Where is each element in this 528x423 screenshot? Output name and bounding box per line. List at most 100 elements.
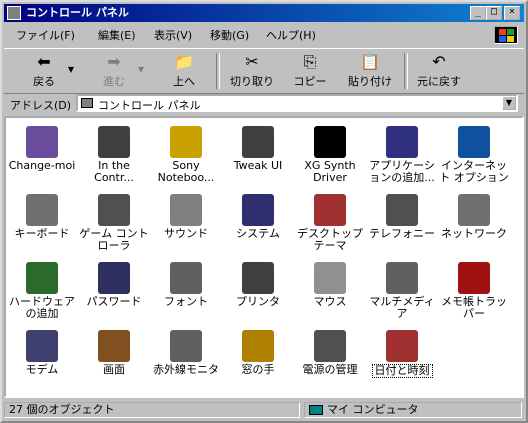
status-location-label: マイ コンピュータ	[327, 403, 419, 416]
control-panel-item-label: アプリケーションの追加...	[369, 159, 435, 184]
menu-go[interactable]: 移動(G)	[206, 28, 253, 44]
copy-label: コピー	[293, 75, 327, 88]
control-panel-item[interactable]: パスワード	[78, 258, 150, 322]
internet-options-icon	[458, 126, 490, 158]
up-folder-icon: 📁	[174, 52, 194, 71]
control-panel-item[interactable]: XG Synth Driver	[294, 122, 366, 186]
control-panel-item[interactable]: Change-moi	[6, 122, 78, 186]
forward-dropdown-icon[interactable]: ▼	[138, 65, 144, 74]
control-panel-item-label: マウス	[313, 295, 347, 308]
control-panel-item[interactable]: ゲーム コントローラ	[78, 190, 150, 254]
xg-synth-icon	[314, 126, 346, 158]
back-dropdown-icon[interactable]: ▼	[68, 65, 74, 74]
madonote-icon	[242, 330, 274, 362]
control-panel-item-label: フォント	[164, 295, 208, 308]
control-panel-item-label: 日付と時刻	[371, 364, 433, 378]
system-icon	[242, 194, 274, 226]
control-panel-item[interactable]: デスクトップ テーマ	[294, 190, 366, 254]
control-panel-item[interactable]: マルチメディア	[366, 258, 438, 322]
control-panel-item-label: 電源の管理	[302, 363, 358, 376]
paste-label: 貼り付け	[348, 75, 392, 88]
forward-arrow-icon: ➡	[107, 52, 121, 71]
control-panel-item-label: 画面	[103, 363, 125, 376]
sony-notebook-icon	[170, 126, 202, 158]
keyboard-icon	[26, 194, 58, 226]
control-panel-item[interactable]: 電源の管理	[294, 326, 366, 390]
multimedia-icon	[386, 262, 418, 294]
control-panel-item[interactable]: プリンタ	[222, 258, 294, 322]
toolbar-separator	[404, 53, 408, 89]
minimize-button[interactable]: _	[470, 6, 486, 20]
control-panel-item[interactable]: メモ帳トラッパー	[438, 258, 510, 322]
control-panel-item[interactable]: 日付と時刻	[366, 326, 438, 390]
control-panel-item[interactable]: Sony Noteboo...	[150, 122, 222, 186]
address-value: コントロール パネル	[98, 99, 201, 112]
game-controller-icon	[98, 194, 130, 226]
close-button[interactable]: ×	[504, 6, 520, 20]
desktop-themes-icon	[314, 194, 346, 226]
control-panel-item[interactable]: フォント	[150, 258, 222, 322]
control-panel-item-label: Sony Noteboo...	[157, 159, 215, 184]
address-label: アドレス(D)	[10, 99, 72, 112]
forward-button[interactable]: ➡ 進む ▼	[94, 51, 144, 91]
notepad-trapper-icon	[458, 262, 490, 294]
change-moi-icon	[26, 126, 58, 158]
control-panel-item-label: サウンド	[164, 227, 208, 240]
back-label: 戻る	[33, 75, 55, 88]
add-hardware-icon	[26, 262, 58, 294]
copy-icon: ⎘	[303, 52, 317, 71]
status-location: マイ コンピュータ	[304, 402, 522, 418]
copy-button[interactable]: ⎘ コピー	[286, 51, 334, 91]
paste-icon: 📋	[360, 52, 380, 71]
add-remove-programs-icon	[386, 126, 418, 158]
control-panel-item[interactable]: システム	[222, 190, 294, 254]
menu-file[interactable]: ファイル(F)	[12, 28, 79, 44]
address-field[interactable]: コントロール パネル ▼	[76, 94, 518, 112]
control-panel-item[interactable]: In the Contr...	[78, 122, 150, 186]
in-the-control-icon	[98, 126, 130, 158]
control-panel-item[interactable]: 赤外線モニタ	[150, 326, 222, 390]
date-time-icon	[386, 330, 418, 362]
control-panel-item[interactable]: モデム	[6, 326, 78, 390]
control-panel-item[interactable]: マウス	[294, 258, 366, 322]
printers-icon	[242, 262, 274, 294]
display-icon	[98, 330, 130, 362]
mouse-icon	[314, 262, 346, 294]
back-button[interactable]: ⬅ 戻る ▼	[24, 51, 74, 91]
control-panel-item-label: ハードウェアの追加	[9, 295, 75, 320]
infrared-monitor-icon	[170, 330, 202, 362]
title-bar[interactable]: コントロール パネル _ □ ×	[4, 4, 524, 22]
control-panel-item-label: ネットワーク	[441, 227, 507, 240]
control-panel-item-label: ゲーム コントローラ	[79, 227, 149, 252]
control-panel-item-label: テレフォニー	[369, 227, 435, 240]
menu-help[interactable]: ヘルプ(H)	[262, 28, 320, 44]
up-label: 上へ	[173, 75, 195, 88]
control-panel-item[interactable]: ハードウェアの追加	[6, 258, 78, 322]
maximize-button[interactable]: □	[486, 6, 502, 20]
menu-edit[interactable]: 編集(E)	[94, 28, 140, 44]
control-panel-item[interactable]: 画面	[78, 326, 150, 390]
sound-icon	[170, 194, 202, 226]
control-panel-item[interactable]: 窓の手	[222, 326, 294, 390]
address-dropdown-icon[interactable]: ▼	[502, 96, 516, 110]
forward-label: 進む	[103, 75, 125, 88]
tweak-ui-icon	[242, 126, 274, 158]
control-panel-item[interactable]: Tweak UI	[222, 122, 294, 186]
control-panel-item-label: Change-moi	[8, 159, 76, 172]
control-panel-item[interactable]: キーボード	[6, 190, 78, 254]
control-panel-item[interactable]: インターネット オプション	[438, 122, 510, 186]
window-title: コントロール パネル	[26, 6, 129, 19]
control-panel-item[interactable]: サウンド	[150, 190, 222, 254]
cut-button[interactable]: ✂ 切り取り	[226, 51, 278, 91]
control-panel-window: コントロール パネル _ □ × ファイル(F) 編集(E) 表示(V) 移動(…	[0, 0, 528, 423]
control-panel-item-label: システム	[236, 227, 280, 240]
control-panel-item-label: デスクトップ テーマ	[297, 227, 363, 252]
menu-view[interactable]: 表示(V)	[150, 28, 196, 44]
status-object-count: 27 個のオブジェクト	[4, 402, 300, 418]
control-panel-item[interactable]: ネットワーク	[438, 190, 510, 254]
undo-button[interactable]: ↶ 元に戻す	[410, 51, 468, 91]
control-panel-item[interactable]: テレフォニー	[366, 190, 438, 254]
control-panel-item[interactable]: アプリケーションの追加...	[366, 122, 438, 186]
paste-button[interactable]: 📋 貼り付け	[340, 51, 400, 91]
up-button[interactable]: 📁 上へ	[164, 51, 204, 91]
